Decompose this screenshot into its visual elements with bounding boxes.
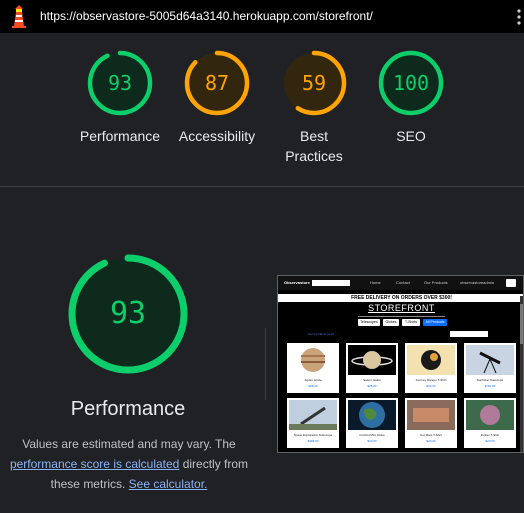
lighthouse-icon: [12, 5, 26, 28]
shot-product-name: Get Mars T-Shirt: [420, 433, 442, 437]
tshirt-image: [407, 345, 455, 375]
shot-product-price: $20.00: [426, 384, 436, 388]
section-divider: [0, 186, 524, 187]
shot-product-card: Northstar Telescope $750.00: [464, 343, 516, 393]
label-performance: Performance: [79, 128, 161, 144]
gauge-seo[interactable]: 100: [378, 50, 444, 116]
shot-product-card: Jupiter Globe $25.00: [287, 343, 339, 393]
shot-product-price: $20.00: [485, 439, 495, 443]
score-calculation-link[interactable]: performance score is calculated: [10, 457, 179, 471]
jupiter-tshirt-image: [466, 400, 514, 430]
shot-cat-globes: Globes: [383, 319, 399, 326]
shot-product-name: Northstar Telescope: [476, 378, 504, 382]
shot-product-name: Colorful Mini Globe: [359, 433, 385, 437]
final-screenshot[interactable]: Observastore Home Contact Our Products o…: [277, 275, 524, 453]
score-performance: 93: [107, 71, 133, 95]
shot-cat-all: All Products: [423, 319, 447, 326]
shot-nav-home: Home: [370, 280, 381, 285]
gauge-best-practices[interactable]: 59: [281, 50, 347, 116]
shot-product-card: Saturn Globe $25.00: [346, 343, 398, 393]
mars-tshirt-image: [407, 400, 455, 430]
shot-product-card: Colorful Mini Globe $10.00: [346, 398, 398, 448]
space-telescope-image: [289, 400, 337, 430]
performance-note: Values are estimated and may vary. The p…: [0, 434, 258, 494]
shot-navbar: Observastore Home Contact Our Products o…: [278, 276, 523, 290]
shot-brand: Observastore: [284, 280, 310, 285]
shot-nav-contact: Contact: [396, 280, 410, 285]
shot-product-price: $20.00: [426, 439, 436, 443]
mini-globe-image: [348, 400, 396, 430]
shot-nav-products: Our Products: [424, 280, 448, 285]
score-best-practices: 59: [301, 71, 327, 95]
shot-cart-icon: [506, 279, 516, 287]
see-calculator-link[interactable]: See calculator.: [129, 477, 208, 491]
gauge-accessibility[interactable]: 87: [184, 50, 250, 116]
saturn-globe-image: [348, 345, 396, 375]
label-best-practices: Best Practices: [285, 128, 343, 164]
shot-rule: [358, 316, 445, 317]
shot-sort-label: Sort by Name (A-Z) ...: [308, 332, 338, 336]
shot-heading: STOREFRONT: [368, 303, 435, 313]
kebab-menu-icon[interactable]: [516, 9, 522, 25]
telescope-image: [466, 345, 514, 375]
shot-cat-tshirts: T-Shirts: [402, 319, 420, 326]
shot-nav-admin: observastoreadmin: [460, 280, 495, 285]
shot-product-name: Space Exploration Telescope: [293, 433, 333, 437]
shot-product-card: Jupiter T-Shirt $20.00: [464, 398, 516, 448]
shot-product-name: Jupiter Globe: [304, 378, 322, 382]
shot-product-price: $10.00: [367, 439, 377, 443]
score-accessibility: 87: [204, 71, 230, 95]
vertical-divider: [265, 328, 266, 400]
score-seo: 100: [392, 71, 430, 95]
shot-product-name: Jupiter T-Shirt: [480, 433, 500, 437]
shot-banner: FREE DELIVERY ON ORDERS OVER $300!: [278, 294, 523, 302]
performance-gauge-large: 93: [66, 252, 190, 376]
gauge-performance[interactable]: 93: [87, 50, 153, 116]
jupiter-globe-image: [289, 345, 337, 375]
shot-sort-select: [450, 331, 488, 337]
note-text: Values are estimated and may vary. The: [22, 437, 236, 451]
shot-product-price: $25.00: [367, 384, 377, 388]
page-url[interactable]: https://observastore-5005d64a3140.heroku…: [40, 9, 373, 23]
shot-cat-telescopes: Telescopes: [358, 319, 380, 326]
shot-product-price: $399.00: [307, 439, 319, 443]
report-topbar: https://observastore-5005d64a3140.heroku…: [0, 0, 524, 33]
shot-product-name: Saturn Globe: [363, 378, 381, 382]
performance-score-large: 93: [109, 296, 147, 331]
shot-product-card: Space Exploration Telescope $399.00: [287, 398, 339, 448]
shot-search: [312, 280, 350, 286]
shot-product-card: Journey Ranger T-Shirt $20.00: [405, 343, 457, 393]
label-seo: SEO: [396, 128, 426, 144]
shot-product-name: Journey Ranger T-Shirt: [415, 378, 447, 382]
shot-product-card: Get Mars T-Shirt $20.00: [405, 398, 457, 448]
shot-scroll-thumb: [520, 304, 523, 344]
shot-product-price: $750.00: [484, 384, 496, 388]
label-accessibility: Accessibility: [178, 128, 256, 144]
shot-product-price: $25.00: [308, 384, 318, 388]
performance-title: Performance: [70, 398, 186, 420]
